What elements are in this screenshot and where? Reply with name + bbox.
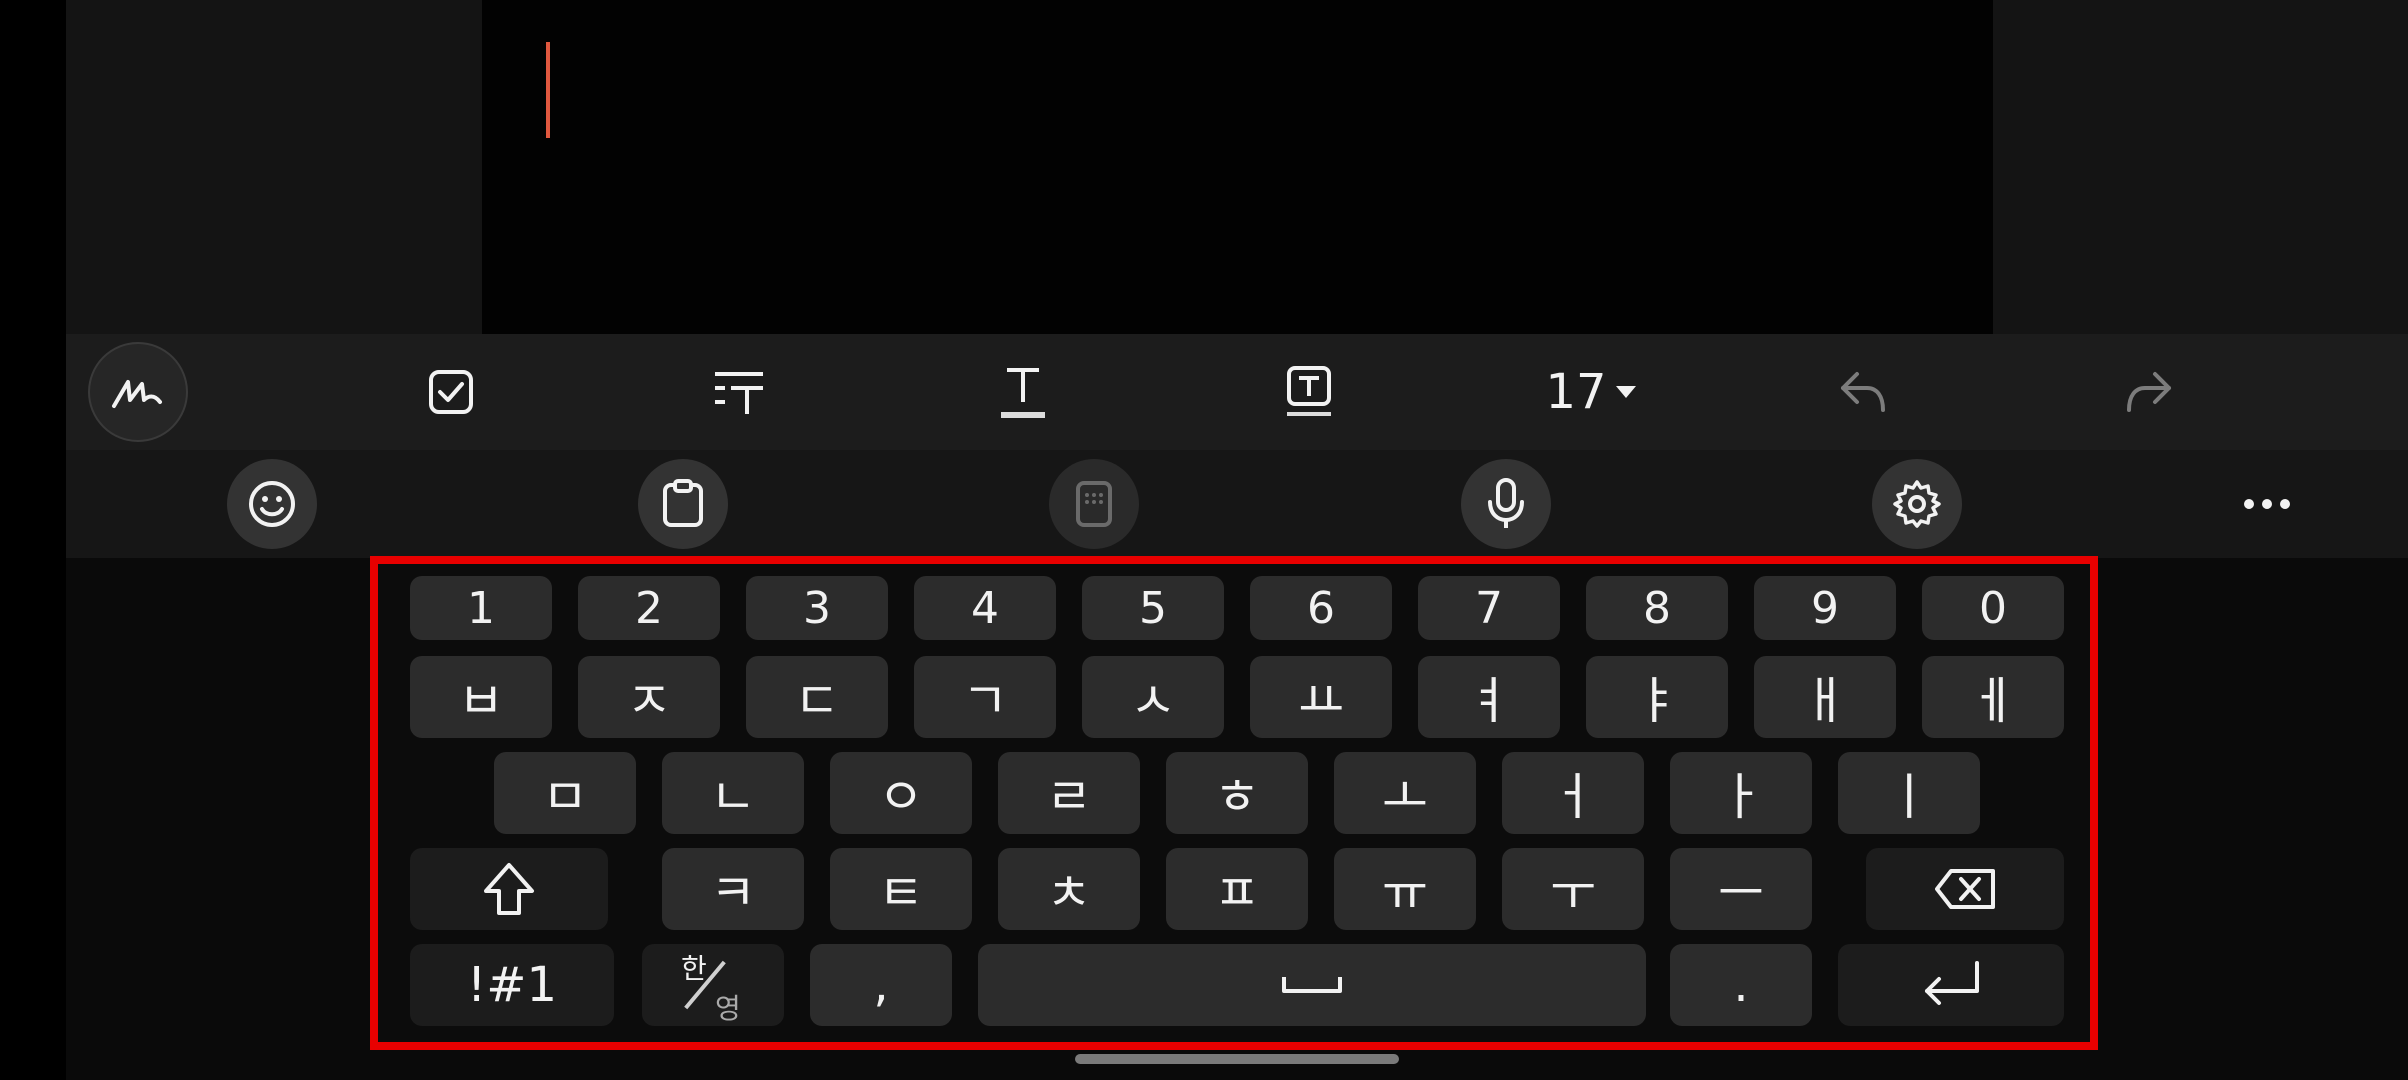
key-giyeok[interactable]: ㄱ xyxy=(914,656,1056,738)
language-switch-key[interactable]: 한 영 xyxy=(642,944,784,1026)
korean-keyboard: 1 2 3 4 5 6 7 8 9 0 ㅂ ㅈ ㄷ ㄱ ㅅ ㅛ ㅕ ㅑ ㅐ ㅔ … xyxy=(370,556,2098,1050)
key-9[interactable]: 9 xyxy=(1754,576,1896,640)
backspace-icon xyxy=(1935,869,1995,909)
key-yo[interactable]: ㅛ xyxy=(1250,656,1392,738)
left-bezel xyxy=(0,0,66,1080)
voice-input-button[interactable] xyxy=(1461,459,1551,549)
key-nieun[interactable]: ㄴ xyxy=(662,752,804,834)
handwriting-button[interactable] xyxy=(88,342,188,442)
key-7[interactable]: 7 xyxy=(1418,576,1560,640)
lang-eng: 영 xyxy=(715,992,741,1025)
page-margin-right xyxy=(1993,0,2408,334)
keyboard-toolbar xyxy=(66,450,2408,558)
key-yeo[interactable]: ㅕ xyxy=(1418,656,1560,738)
key-i[interactable]: ㅣ xyxy=(1838,752,1980,834)
symbols-key[interactable]: !#1 xyxy=(410,944,614,1026)
redo-button[interactable] xyxy=(2104,334,2194,450)
clipboard-button[interactable] xyxy=(638,459,728,549)
more-horizontal-icon xyxy=(2244,499,2290,509)
key-eu[interactable]: ㅡ xyxy=(1670,848,1812,930)
period-key[interactable]: . xyxy=(1670,944,1812,1026)
enter-icon xyxy=(1925,961,1979,1005)
emoji-button[interactable] xyxy=(227,459,317,549)
key-pieup[interactable]: ㅍ xyxy=(1166,848,1308,930)
key-mieum[interactable]: ㅁ xyxy=(494,752,636,834)
key-rieul[interactable]: ㄹ xyxy=(998,752,1140,834)
paragraph-style-button[interactable] xyxy=(694,334,784,450)
keyboard-settings-button[interactable] xyxy=(1872,459,1962,549)
emoji-icon xyxy=(249,481,295,527)
note-editor[interactable] xyxy=(482,0,1993,334)
key-bieup[interactable]: ㅂ xyxy=(410,656,552,738)
key-1[interactable]: 1 xyxy=(410,576,552,640)
more-options-button[interactable] xyxy=(2222,459,2312,549)
key-e[interactable]: ㅔ xyxy=(1922,656,2064,738)
text-style-button[interactable] xyxy=(978,334,1068,450)
redo-icon xyxy=(2127,372,2171,412)
handwriting-icon xyxy=(112,380,162,408)
key-siot[interactable]: ㅅ xyxy=(1082,656,1224,738)
key-a[interactable]: ㅏ xyxy=(1670,752,1812,834)
key-8[interactable]: 8 xyxy=(1586,576,1728,640)
text-box-icon xyxy=(1287,366,1331,416)
comma-key[interactable]: , xyxy=(810,944,952,1026)
clipboard-icon xyxy=(663,479,703,527)
font-size-dropdown[interactable]: 17 xyxy=(1526,334,1656,450)
key-jieut[interactable]: ㅈ xyxy=(578,656,720,738)
key-eo[interactable]: ㅓ xyxy=(1502,752,1644,834)
key-tieut[interactable]: ㅌ xyxy=(830,848,972,930)
key-o[interactable]: ㅗ xyxy=(1334,752,1476,834)
paragraph-style-icon xyxy=(715,372,763,414)
key-u[interactable]: ㅜ xyxy=(1502,848,1644,930)
undo-button[interactable] xyxy=(1818,334,1908,450)
shift-icon xyxy=(484,863,534,915)
key-ae[interactable]: ㅐ xyxy=(1754,656,1896,738)
keypad-icon xyxy=(1076,481,1112,527)
microphone-icon xyxy=(1488,478,1524,528)
text-cursor xyxy=(546,42,550,138)
key-ya[interactable]: ㅑ xyxy=(1586,656,1728,738)
key-2[interactable]: 2 xyxy=(578,576,720,640)
checkbox-button[interactable] xyxy=(406,334,496,450)
text-box-button[interactable] xyxy=(1264,334,1354,450)
key-3[interactable]: 3 xyxy=(746,576,888,640)
language-switch-label: 한 영 xyxy=(663,945,763,1025)
space-icon xyxy=(1282,977,1342,993)
key-chieut[interactable]: ㅊ xyxy=(998,848,1140,930)
checkbox-icon xyxy=(429,370,473,414)
page-margin-left xyxy=(66,0,482,334)
caret-down-icon xyxy=(1615,386,1636,398)
key-yu[interactable]: ㅠ xyxy=(1334,848,1476,930)
key-kieuk[interactable]: ㅋ xyxy=(662,848,804,930)
enter-key[interactable] xyxy=(1838,944,2064,1026)
lang-han: 한 xyxy=(681,952,707,985)
key-0[interactable]: 0 xyxy=(1922,576,2064,640)
text-style-icon xyxy=(1001,368,1045,418)
shift-key[interactable] xyxy=(410,848,608,930)
key-6[interactable]: 6 xyxy=(1250,576,1392,640)
note-toolbar: 17 xyxy=(66,334,2408,450)
key-hieut[interactable]: ㅎ xyxy=(1166,752,1308,834)
backspace-key[interactable] xyxy=(1866,848,2064,930)
key-5[interactable]: 5 xyxy=(1082,576,1224,640)
key-ieung[interactable]: ㅇ xyxy=(830,752,972,834)
key-digeut[interactable]: ㄷ xyxy=(746,656,888,738)
keyboard-mode-button[interactable] xyxy=(1049,459,1139,549)
key-4[interactable]: 4 xyxy=(914,576,1056,640)
undo-icon xyxy=(1841,372,1885,412)
font-size-value: 17 xyxy=(1545,364,1607,420)
gear-icon xyxy=(1893,480,1941,528)
navigation-handle[interactable] xyxy=(1075,1054,1399,1064)
space-key[interactable] xyxy=(978,944,1646,1026)
